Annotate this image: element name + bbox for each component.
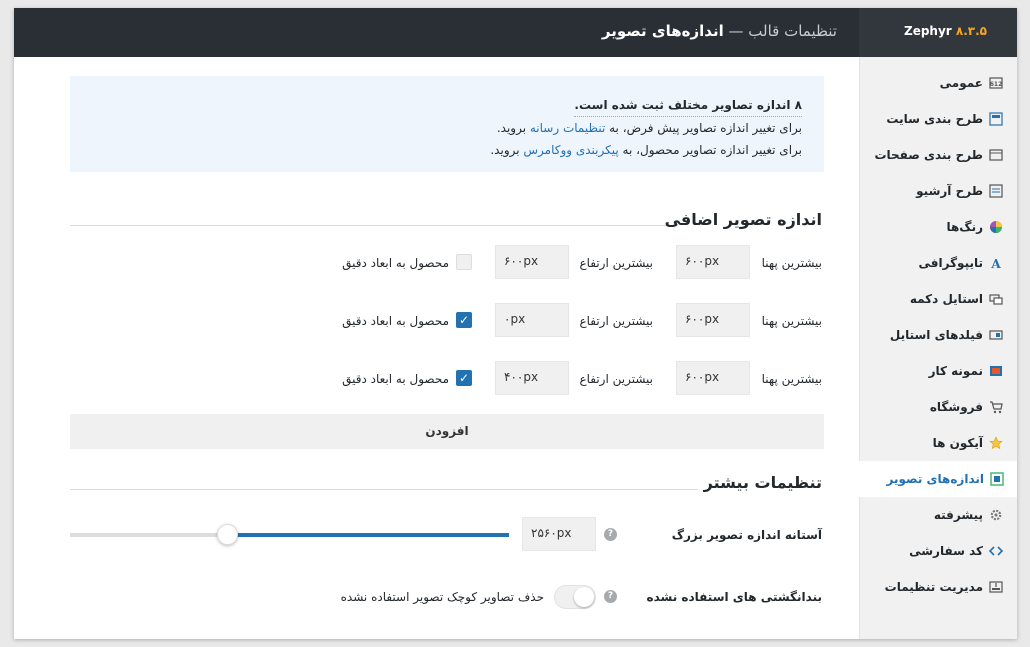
sidebar-item-label: اندازه‌های تصویر [886, 472, 984, 486]
sidebar-item-colors[interactable]: رنگ‌ها [859, 209, 1017, 245]
sidebar-item-site-layout[interactable]: طرح بندی سایت [859, 101, 1017, 137]
max-height-label: بیشترین ارتفاع [579, 372, 653, 386]
sidebar-item-image-sizes[interactable]: اندازه‌های تصویر [859, 461, 1017, 497]
button-style-icon [989, 292, 1003, 306]
cart-icon [989, 400, 1003, 414]
color-wheel-icon [989, 220, 1003, 234]
star-icon [989, 436, 1003, 450]
threshold-slider-handle[interactable] [217, 524, 238, 545]
max-width-input-1[interactable]: ۶۰۰px [676, 245, 750, 279]
max-height-input-1[interactable]: ۶۰۰px [495, 245, 569, 279]
section-divider [70, 489, 698, 490]
gear-icon [989, 508, 1003, 522]
brand-version: ۸.۳.۵ [955, 24, 987, 38]
max-width-label: بیشترین پهنا [761, 314, 822, 328]
threshold-label: آستانه اندازه تصویر بزرگ [671, 528, 822, 542]
max-width-label: بیشترین پهنا [761, 256, 822, 270]
brand-bar: Zephyr ۸.۳.۵ [859, 8, 1017, 57]
media-settings-link[interactable]: تنظیمات رسانه [530, 121, 605, 135]
sidebar-item-typography[interactable]: A تایپوگرافی [859, 245, 1017, 281]
page-layout-icon [989, 148, 1003, 162]
checkmark-icon: ✓ [458, 313, 470, 327]
sidebar-item-label: تایپوگرافی [918, 256, 984, 270]
svg-text:612: 612 [990, 81, 1003, 88]
sidebar-item-label: مدیریت تنظیمات [884, 580, 983, 594]
sidebar-item-fields-style[interactable]: فیلدهای استایل [859, 317, 1017, 353]
crop-checkbox-1[interactable] [456, 254, 472, 270]
sidebar-item-label: طرح آرشیو [916, 184, 983, 198]
archive-layout-icon [989, 184, 1003, 198]
title-main: اندازه‌های تصویر [601, 22, 724, 40]
max-width-input-3[interactable]: ۶۰۰px [676, 361, 750, 395]
sidebar-item-portfolio[interactable]: نمونه کار [859, 353, 1017, 389]
max-height-label: بیشترین ارتفاع [579, 314, 653, 328]
max-width-input-2[interactable]: ۶۰۰px [676, 303, 750, 337]
sidebar-item-archive-layout[interactable]: طرح آرشیو [859, 173, 1017, 209]
title-prefix: تنظیمات قالب [748, 22, 837, 40]
sidebar-item-label: طرح بندی صفحات [874, 148, 983, 162]
info-notice: ۸ اندازه تصاویر مختلف ثبت شده است. برای … [70, 76, 824, 172]
max-height-label: بیشترین ارتفاع [579, 256, 653, 270]
more-settings-heading: تنظیمات بیشتر [703, 473, 822, 492]
sidebar-item-shop[interactable]: فروشگاه [859, 389, 1017, 425]
settings-window: تنظیمات قالب — اندازه‌های تصویر Zephyr ۸… [14, 8, 1017, 639]
crop-label: محصول به ابعاد دقیق [342, 314, 449, 328]
sidebar-item-label: آیکون ها [932, 436, 983, 450]
help-icon[interactable]: ? [604, 528, 617, 541]
sidebar-item-label: عمومی [939, 76, 983, 90]
delete-unused-thumbnails-label: حذف تصاویر کوچک تصویر استفاده نشده [340, 590, 544, 604]
crop-checkbox-3[interactable]: ✓ [456, 370, 472, 386]
title-separator: — [723, 22, 749, 40]
sidebar-item-icons[interactable]: آیکون ها [859, 425, 1017, 461]
notice-line-media-settings: برای تغییر اندازه تصاویر پیش فرض، به تنظ… [496, 121, 802, 135]
sidebar-item-label: فروشگاه [929, 400, 983, 414]
sidebar-item-label: فیلدهای استایل [889, 328, 983, 342]
sidebar-item-label: پیشرفته [933, 508, 983, 522]
sidebar-item-general[interactable]: 612 عمومی [859, 65, 1017, 101]
add-size-button[interactable]: افزودن [70, 414, 824, 449]
brand-name: Zephyr [904, 24, 952, 38]
svg-text:A: A [990, 257, 1001, 270]
sidebar-item-page-layout[interactable]: طرح بندی صفحات [859, 137, 1017, 173]
threshold-value[interactable]: ۲۵۶۰px [522, 517, 596, 551]
max-height-input-2[interactable]: ۰px [495, 303, 569, 337]
sidebar-item-label: نمونه کار [928, 364, 983, 378]
section-divider [70, 225, 666, 226]
code-icon [989, 544, 1003, 558]
crop-label: محصول به ابعاد دقیق [342, 256, 449, 270]
toggle-knob [574, 587, 594, 607]
general-icon: 612 [989, 76, 1003, 90]
image-sizes-icon [990, 472, 1004, 486]
site-layout-icon [989, 112, 1003, 126]
notice-line-registered-sizes: ۸ اندازه تصاویر مختلف ثبت شده است. [70, 94, 802, 117]
sidebar-item-button-style[interactable]: استایل دکمه [859, 281, 1017, 317]
checkmark-icon: ✓ [458, 371, 470, 385]
sidebar-item-label: طرح بندی سایت [886, 112, 983, 126]
typography-icon: A [989, 256, 1003, 270]
unused-thumbnails-label: بندانگشتی های استفاده نشده [646, 590, 822, 604]
fields-style-icon [989, 328, 1003, 342]
sidebar-item-advanced[interactable]: پیشرفته [859, 497, 1017, 533]
header-bar: تنظیمات قالب — اندازه‌های تصویر [14, 8, 859, 57]
portfolio-icon [989, 364, 1003, 378]
threshold-slider-fill [227, 533, 509, 537]
notice-line-woocommerce: برای تغییر اندازه تصاویر محصول، به پیکرب… [490, 143, 802, 157]
woocommerce-config-link[interactable]: پیکربندی ووکامرس [523, 143, 618, 157]
crop-checkbox-2[interactable]: ✓ [456, 312, 472, 328]
sidebar-item-manage-settings[interactable]: مدیریت تنظیمات [859, 569, 1017, 605]
sidebar-item-label: رنگ‌ها [946, 220, 983, 234]
extra-sizes-heading: اندازه تصویر اضافی [664, 210, 822, 229]
sidebar-item-custom-code[interactable]: کد سفارشی [859, 533, 1017, 569]
manage-settings-icon [989, 580, 1003, 594]
sidebar-item-label: کد سفارشی [909, 544, 983, 558]
delete-unused-thumbnails-toggle[interactable] [554, 585, 596, 609]
page-title: تنظیمات قالب — اندازه‌های تصویر [602, 22, 837, 40]
max-height-input-3[interactable]: ۴۰۰px [495, 361, 569, 395]
help-icon[interactable]: ? [604, 590, 617, 603]
brand-label: Zephyr ۸.۳.۵ [904, 24, 987, 38]
sidebar-item-label: استایل دکمه [909, 292, 983, 306]
max-width-label: بیشترین پهنا [761, 372, 822, 386]
crop-label: محصول به ابعاد دقیق [342, 372, 449, 386]
settings-sidebar: 612 عمومی طرح بندی سایت طرح بندی صفحات ط… [859, 57, 1017, 639]
